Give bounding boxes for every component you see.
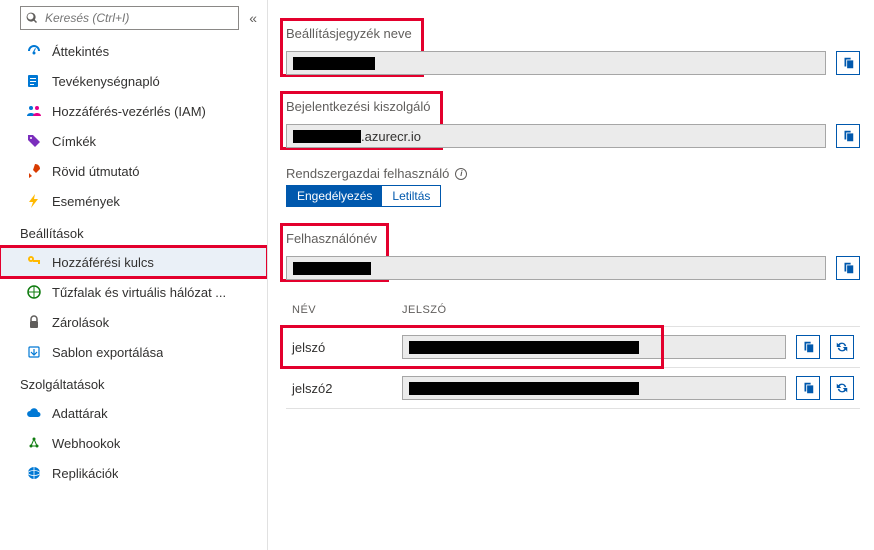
password-field[interactable] — [402, 335, 786, 359]
cloud-icon — [26, 405, 42, 421]
username-label: Felhasználónév — [286, 231, 377, 246]
nav-locks[interactable]: Zárolások — [0, 307, 267, 337]
nav-label: Hozzáférés-vezérlés (IAM) — [52, 104, 206, 119]
nav-tags[interactable]: Címkék — [0, 126, 267, 156]
nav-iam[interactable]: Hozzáférés-vezérlés (IAM) — [0, 96, 267, 126]
nav-label: Rövid útmutató — [52, 164, 139, 179]
registry-name-label: Beállításjegyzék neve — [286, 26, 412, 41]
sidebar: « Áttekintés Tevékenységnapló Hozzáférés… — [0, 0, 268, 550]
registry-name-field[interactable] — [286, 51, 826, 75]
search-input[interactable] — [20, 6, 239, 30]
password-field[interactable] — [402, 376, 786, 400]
login-server-field[interactable]: .azurecr.io — [286, 124, 826, 148]
username-field[interactable] — [286, 256, 826, 280]
password-name: jelszó2 — [292, 381, 332, 396]
col-name-header: NÉV — [286, 298, 396, 327]
nav-label: Hozzáférési kulcs — [52, 255, 154, 270]
log-icon — [26, 73, 42, 89]
lock-icon — [26, 314, 42, 330]
main-content: Beállításjegyzék neve Bejelentkezési kis… — [268, 0, 874, 550]
rocket-icon — [26, 163, 42, 179]
nav-repositories[interactable]: Adattárak — [0, 398, 267, 428]
tag-icon — [26, 133, 42, 149]
regenerate-password-button[interactable] — [830, 376, 854, 400]
redacted-value — [293, 57, 375, 70]
section-settings-header: Beállítások — [0, 216, 267, 247]
copy-registry-name-button[interactable] — [836, 51, 860, 75]
nav-label: Replikációk — [52, 466, 118, 481]
copy-username-button[interactable] — [836, 256, 860, 280]
nav-label: Címkék — [52, 134, 96, 149]
toggle-disable-button[interactable]: Letiltás — [382, 186, 440, 206]
nav: Áttekintés Tevékenységnapló Hozzáférés-v… — [0, 36, 267, 550]
firewall-icon — [26, 284, 42, 300]
nav-label: Tűzfalak és virtuális hálózat ... — [52, 285, 226, 300]
nav-label: Webhookok — [52, 436, 120, 451]
redacted-value — [293, 130, 361, 143]
gauge-icon — [26, 43, 42, 59]
admin-user-label: Rendszergazdai felhasználó — [286, 166, 449, 181]
copy-password-button[interactable] — [796, 376, 820, 400]
people-icon — [26, 103, 42, 119]
export-icon — [26, 344, 42, 360]
nav-label: Tevékenységnapló — [52, 74, 160, 89]
copy-password-button[interactable] — [796, 335, 820, 359]
nav-export-template[interactable]: Sablon exportálása — [0, 337, 267, 367]
collapse-sidebar-icon[interactable]: « — [247, 8, 259, 28]
col-password-header: JELSZÓ — [396, 298, 860, 327]
nav-quickstart[interactable]: Rövid útmutató — [0, 156, 267, 186]
nav-events[interactable]: Események — [0, 186, 267, 216]
nav-firewalls[interactable]: Tűzfalak és virtuális hálózat ... — [0, 277, 267, 307]
nav-label: Adattárak — [52, 406, 108, 421]
search-wrapper — [20, 6, 239, 30]
nav-webhooks[interactable]: Webhookok — [0, 428, 267, 458]
password-row: jelszó2 — [286, 368, 860, 409]
nav-replications[interactable]: Replikációk — [0, 458, 267, 488]
nav-label: Sablon exportálása — [52, 345, 163, 360]
key-icon — [26, 254, 42, 270]
toggle-enable-button[interactable]: Engedélyezés — [287, 186, 382, 206]
login-server-label: Bejelentkezési kiszolgáló — [286, 99, 431, 114]
regenerate-password-button[interactable] — [830, 335, 854, 359]
password-name: jelszó — [292, 340, 325, 355]
redacted-value — [293, 262, 371, 275]
nav-label: Események — [52, 194, 120, 209]
globe-icon — [26, 465, 42, 481]
nav-activity-log[interactable]: Tevékenységnapló — [0, 66, 267, 96]
nav-overview[interactable]: Áttekintés — [0, 36, 267, 66]
lightning-icon — [26, 193, 42, 209]
section-services-header: Szolgáltatások — [0, 367, 267, 398]
copy-login-server-button[interactable] — [836, 124, 860, 148]
nav-label: Zárolások — [52, 315, 109, 330]
info-icon[interactable]: i — [455, 168, 467, 180]
admin-user-toggle: Engedélyezés Letiltás — [286, 185, 441, 207]
nav-label: Áttekintés — [52, 44, 109, 59]
webhook-icon — [26, 435, 42, 451]
search-icon — [26, 12, 38, 24]
nav-access-keys[interactable]: Hozzáférési kulcs — [0, 247, 267, 277]
password-row: jelszó — [286, 327, 860, 368]
passwords-table: NÉV JELSZÓ jelszó jelszó2 — [286, 298, 860, 409]
